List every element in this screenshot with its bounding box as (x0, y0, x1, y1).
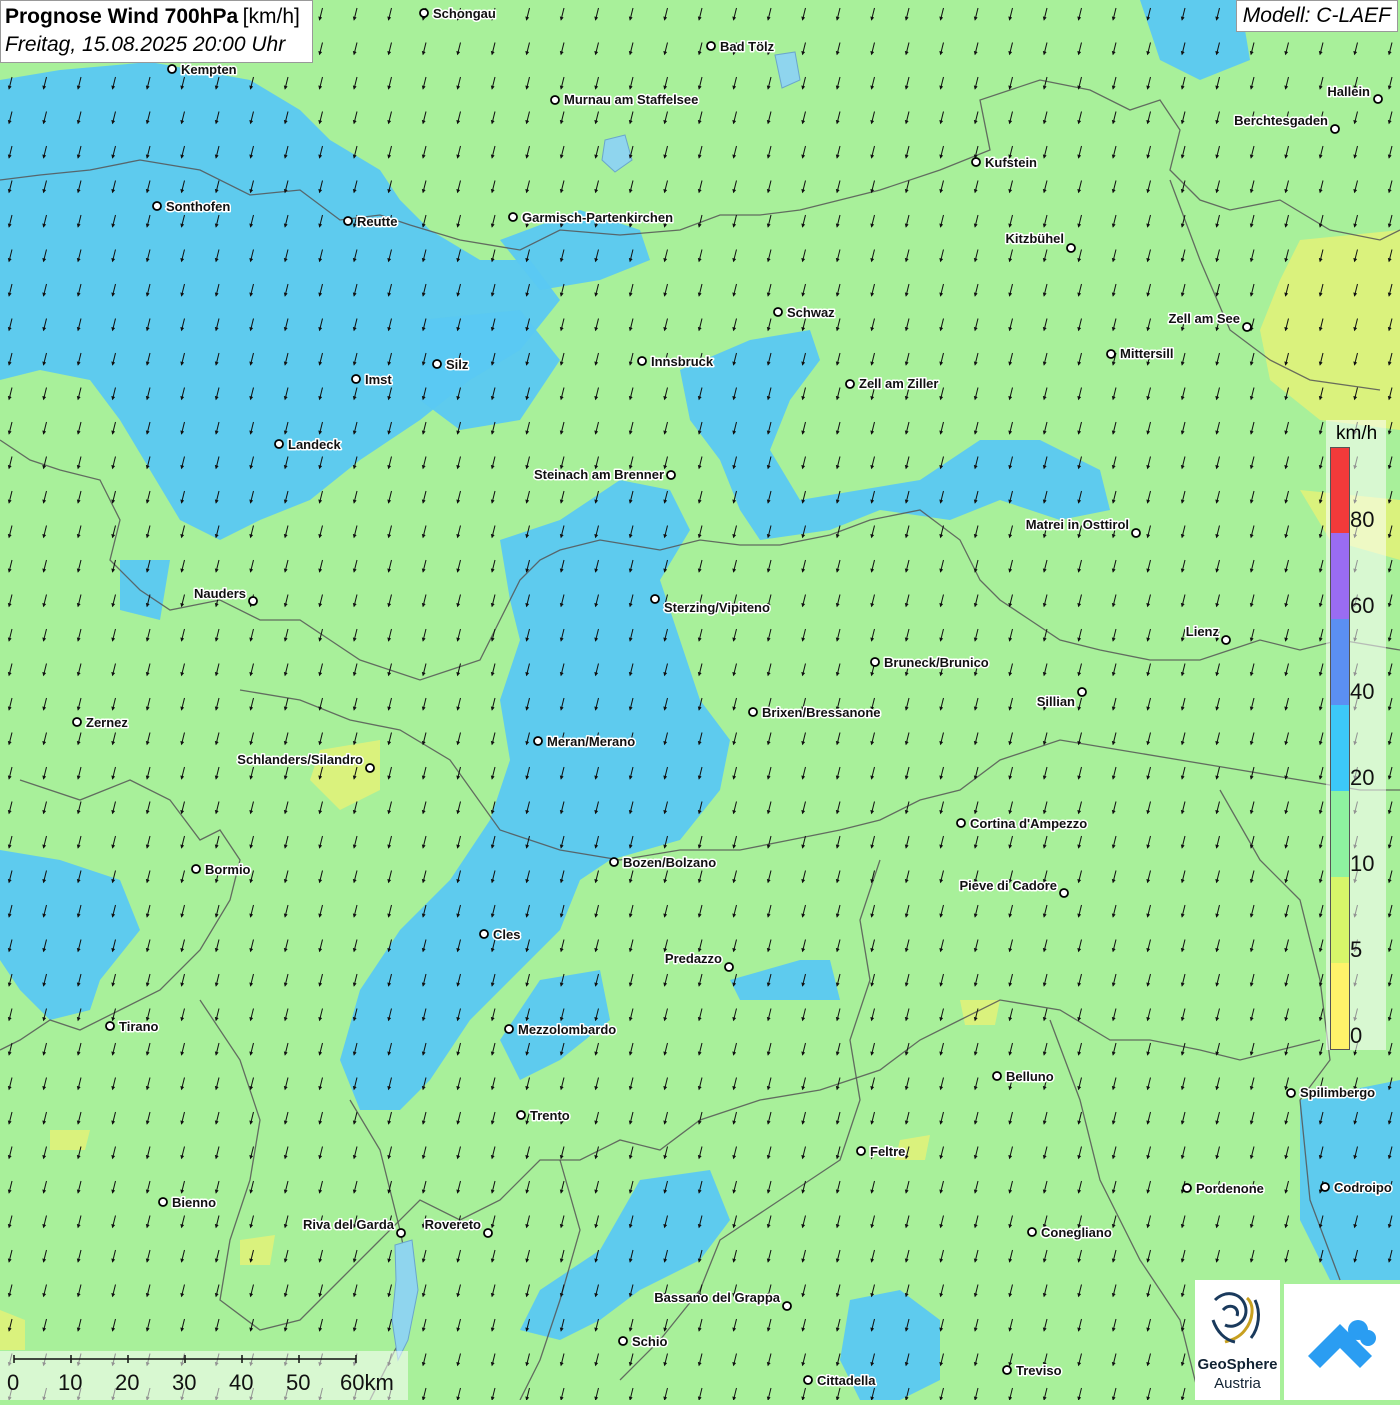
city-bozen: Bozen/Bolzano (609, 854, 718, 872)
city-label: Reutte (357, 214, 397, 229)
model-label: Modell: C-LAEF (1235, 0, 1398, 32)
legend-band-80-plus (1330, 447, 1350, 534)
wind-map: Schongau Kempten Bad Tölz Murnau am Staf… (0, 0, 1400, 1400)
scale-label: 20 (115, 1370, 140, 1395)
scale-label: 10 (58, 1370, 83, 1395)
city-label: Bozen/Bolzano (623, 855, 716, 870)
city-label: Rovereto (425, 1217, 481, 1232)
scale-label: 0 (7, 1370, 20, 1395)
city-bruneck: Bruneck/Brunico (870, 654, 990, 672)
scale-label: 40 (229, 1370, 254, 1395)
legend-tick: 10 (1350, 851, 1375, 876)
map-title-box: Prognose Wind 700hPa [km/h] Freitag, 15.… (0, 0, 313, 63)
city-steinach: Steinach am Brenner (532, 466, 676, 484)
geosphere-logo-icon (1211, 1292, 1260, 1344)
legend-band-10-20 (1330, 791, 1350, 877)
city-label: Brixen/Bressanone (762, 705, 881, 720)
geosphere-text: GeoSphere (1197, 1356, 1278, 1373)
legend-tick: 5 (1350, 937, 1363, 962)
city-label: Conegliano (1041, 1225, 1112, 1240)
city-label: Riva del Garda (303, 1217, 395, 1232)
city-garmisch: Garmisch-Partenkirchen (508, 209, 675, 227)
city-label: Bormio (205, 862, 251, 877)
city-label: Sillian (1037, 694, 1075, 709)
city-meran: Meran/Merano (533, 733, 637, 751)
city-label: Meran/Merano (547, 734, 635, 749)
city-label: Zell am Ziller (859, 376, 938, 391)
city-label: Predazzo (665, 951, 722, 966)
legend-tick: 20 (1350, 765, 1375, 790)
city-label: Mittersill (1120, 346, 1173, 361)
city-label: Schongau (433, 6, 496, 21)
city-label: Bruneck/Brunico (884, 655, 989, 670)
city-label: Sonthofen (166, 199, 230, 214)
city-brixen: Brixen/Bressanone (748, 704, 882, 722)
city-label: Zernez (86, 715, 128, 730)
scale-label: 30 (172, 1370, 197, 1395)
map-title: Prognose Wind 700hPa (5, 5, 239, 28)
city-label: Schlanders/Silandro (237, 752, 363, 767)
legend-band-20-40 (1330, 705, 1350, 791)
city-label: Trento (530, 1108, 570, 1123)
city-label: Bad Tölz (720, 39, 775, 54)
legend-band-40-60 (1330, 619, 1350, 705)
city-conegliano: Conegliano (1027, 1224, 1113, 1242)
city-label: Imst (365, 372, 392, 387)
city-label: Landeck (288, 437, 342, 452)
city-cortina: Cortina d'Ampezzo (956, 815, 1089, 833)
city-label: Belluno (1006, 1069, 1054, 1084)
city-label: Garmisch-Partenkirchen (522, 210, 673, 225)
city-label: Schio (632, 1334, 667, 1349)
city-label: Kitzbühel (1006, 231, 1065, 246)
city-label: Steinach am Brenner (534, 467, 664, 482)
legend-tick: 0 (1350, 1023, 1363, 1048)
city-label: Treviso (1016, 1363, 1062, 1378)
map-subtitle: Freitag, 15.08.2025 20:00 Uhr (5, 33, 286, 56)
legend-tick: 80 (1350, 507, 1375, 532)
city-label: Bienno (172, 1195, 216, 1210)
city-label: Matrei in Osttirol (1026, 517, 1129, 532)
map-title-unit: [km/h] (242, 5, 300, 28)
weather-app-logo-icon (1308, 1320, 1376, 1368)
city-label: Murnau am Staffelsee (564, 92, 698, 107)
city-label: Berchtesgaden (1234, 113, 1328, 128)
city-label: Zell am See (1168, 311, 1240, 326)
city-label: Kempten (181, 62, 237, 77)
city-label: Cittadella (817, 1373, 876, 1388)
city-label: Innsbruck (651, 354, 714, 369)
city-pordenone: Pordenone (1182, 1180, 1265, 1198)
legend-band-5-10 (1330, 877, 1350, 963)
city-label: Feltre (870, 1144, 905, 1159)
city-spilimbergo: Spilimbergo (1286, 1084, 1377, 1102)
city-label: Hallein (1327, 84, 1370, 99)
map-canvas: Schongau Kempten Bad Tölz Murnau am Staf… (0, 0, 1400, 1400)
city-label: Mezzolombardo (518, 1022, 616, 1037)
legend-tick: 60 (1350, 593, 1375, 618)
city-label: Cles (493, 927, 520, 942)
legend-band-0-5 (1330, 963, 1350, 1050)
city-mezzolombardo: Mezzolombardo (504, 1021, 618, 1039)
city-label: Sterzing/Vipiteno (664, 600, 770, 615)
legend-tick: 40 (1350, 679, 1375, 704)
city-label: Nauders (194, 586, 246, 601)
city-label: Lienz (1186, 624, 1220, 639)
city-label: Cortina d'Ampezzo (970, 816, 1087, 831)
city-zell-am-ziller: Zell am Ziller (845, 375, 940, 393)
city-label: Pordenone (1196, 1181, 1264, 1196)
city-label: Codroipo (1334, 1180, 1392, 1195)
city-label: Kufstein (985, 155, 1037, 170)
weather-app-logo (1284, 1284, 1400, 1400)
city-label: Bassano del Grappa (654, 1290, 780, 1305)
city-label: Tirano (119, 1019, 159, 1034)
legend-unit: km/h (1336, 423, 1378, 444)
city-label: Spilimbergo (1300, 1085, 1375, 1100)
city-label: Pieve di Cadore (959, 878, 1057, 893)
city-label: Silz (446, 357, 469, 372)
geosphere-text-austria: Austria (1214, 1375, 1261, 1392)
city-murnau: Murnau am Staffelsee (550, 91, 700, 109)
scale-label: 60km (340, 1370, 394, 1395)
scale-label: 50 (286, 1370, 311, 1395)
city-label: Schwaz (787, 305, 835, 320)
legend-band-60-80 (1330, 533, 1350, 619)
